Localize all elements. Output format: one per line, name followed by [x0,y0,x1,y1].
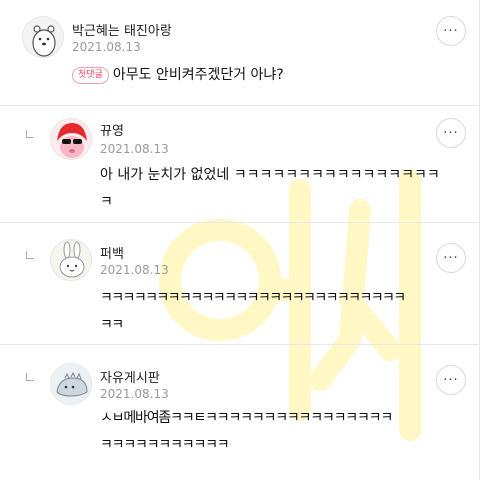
comment-body: ㅅㅂ메바여좀ㅋㅋㅌㅋㅋㅋㅋㅋㅋㅋㅋㅋㅋㅋㅋㅋㅋㅋㅋ ㅋㅋㅋㅋㅋㅋㅋㅋㅋㅋㅋ [100,405,393,459]
comment-line: ㅋㅋㅋㅋㅋㅋㅋㅋㅋㅋㅋ [100,437,230,453]
comment-line: 아 내가 눈치가 없었네 ㅋㅋㅋㅋㅋㅋㅋㅋㅋㅋㅋㅋㅋㅋㅋㅋ [100,167,440,183]
more-icon: ··· [443,125,459,141]
more-icon: ··· [443,250,459,266]
comment-author[interactable]: 자유게시판 [100,367,160,386]
reply-indicator-icon [26,373,34,381]
comment-author[interactable]: 퍼백 [100,243,124,262]
more-options-button[interactable]: ··· [436,365,466,395]
comment-text: 아무도 안비켜주겠단거 아냐? [112,67,284,83]
first-comment-badge: 첫댓글 [72,67,109,84]
comment-body: 아 내가 눈치가 없었네 ㅋㅋㅋㅋㅋㅋㅋㅋㅋㅋㅋㅋㅋㅋㅋㅋ ㅋ [100,162,440,216]
more-options-button[interactable]: ··· [436,118,466,148]
comment-item: 박근혜는 태진아랑 2021.08.13 첫댓글 아무도 안비켜주겠단거 아냐? … [0,0,480,110]
avatar-bear[interactable] [22,16,64,58]
comment-date: 2021.08.13 [72,40,141,54]
more-icon: ··· [443,23,459,39]
comment-date: 2021.08.13 [100,142,169,156]
comment-line: ㅅㅂ메바여좀ㅋㅋㅌㅋㅋㅋㅋㅋㅋㅋㅋㅋㅋㅋㅋㅋㅋㅋㅋ [100,410,393,426]
comment-date: 2021.08.13 [100,263,169,277]
comment-line: ㅋㅋㅋㅋㅋㅋㅋㅋㅋㅋㅋㅋㅋㅋㅋㅋㅋㅋㅋㅋㅋㅋㅋㅋㅋㅋㅋ [100,290,406,306]
comment-author[interactable]: 박근혜는 태진아랑 [72,20,172,39]
comment-body: ㅋㅋㅋㅋㅋㅋㅋㅋㅋㅋㅋㅋㅋㅋㅋㅋㅋㅋㅋㅋㅋㅋㅋㅋㅋㅋㅋ ㅋㅋ [100,285,406,339]
avatar-red-hair[interactable] [50,118,92,160]
comment-date: 2021.08.13 [100,387,169,401]
reply-item: 자유게시판 2021.08.13 ㅅㅂ메바여좀ㅋㅋㅌㅋㅋㅋㅋㅋㅋㅋㅋㅋㅋㅋㅋㅋㅋ… [0,345,480,480]
reply-indicator-icon [26,251,34,259]
comment-body: 첫댓글 아무도 안비켜주겠단거 아냐? [72,62,284,89]
more-options-button[interactable]: ··· [436,16,466,46]
comment-author[interactable]: 뀨영 [100,120,124,139]
reply-item: 퍼백 2021.08.13 ㅋㅋㅋㅋㅋㅋㅋㅋㅋㅋㅋㅋㅋㅋㅋㅋㅋㅋㅋㅋㅋㅋㅋㅋㅋㅋ… [0,223,480,343]
reply-item: 뀨영 2021.08.13 아 내가 눈치가 없었네 ㅋㅋㅋㅋㅋㅋㅋㅋㅋㅋㅋㅋㅋ… [0,106,480,222]
comment-line: ㅋ [100,194,113,210]
reply-indicator-icon [26,130,34,138]
avatar-blob[interactable] [50,363,92,405]
more-options-button[interactable]: ··· [436,243,466,273]
more-icon: ··· [443,372,459,388]
avatar-bunny[interactable] [50,239,92,281]
comment-line: ㅋㅋ [100,317,124,333]
